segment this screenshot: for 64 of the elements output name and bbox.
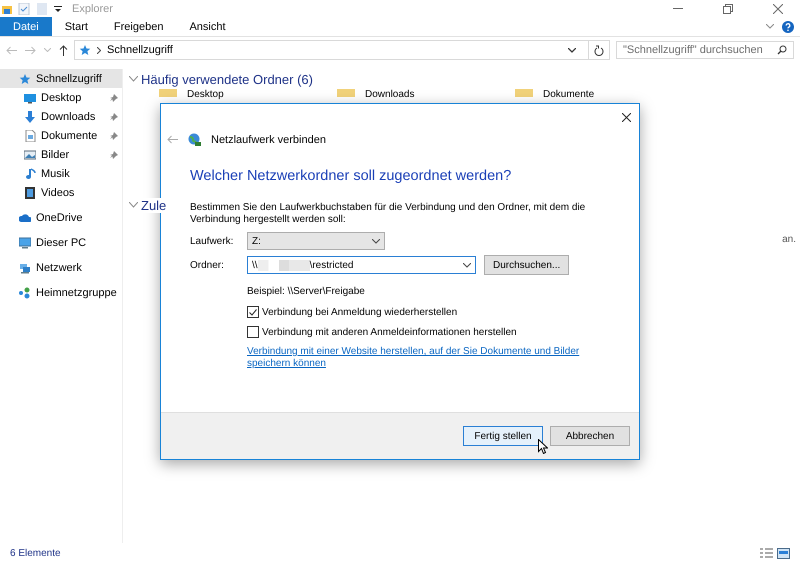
ribbon-tab[interactable]: Start — [52, 17, 101, 36]
sidebar-item[interactable]: Dokumente — [0, 126, 122, 145]
star-icon — [79, 44, 91, 56]
sidebar-item[interactable]: Videos — [0, 183, 122, 202]
description: Bestimmen Sie den Laufwerkbuchstaben für die Verbindung und den Ordner, mit dem die Verbindung hergestellt werden soll: — [190, 202, 586, 226]
sidebar-item[interactable]: Desktop — [0, 88, 122, 107]
checkbox[interactable] — [247, 306, 259, 318]
folder-field[interactable]: \\ \restricted — [247, 256, 476, 274]
drive-dropdown[interactable]: Z: — [247, 232, 385, 250]
chevron-down-icon[interactable] — [568, 48, 576, 52]
ribbon-tab[interactable]: Datei — [0, 17, 52, 36]
sidebar-item[interactable]: Dieser PC — [0, 233, 122, 252]
sidebar-item[interactable]: Netzwerk — [0, 258, 122, 277]
website-link[interactable]: Verbindung mit einer Website herstellen, auf der Sie Dokumente und Bilder speichern können — [247, 346, 607, 370]
field-label: Laufwerk: — [190, 236, 234, 246]
sidebar-item[interactable]: Heimnetzgruppe — [0, 283, 122, 302]
help-icon[interactable] — [782, 20, 794, 32]
sidebar-item[interactable]: Downloads — [0, 107, 122, 126]
restore-icon[interactable] — [723, 4, 733, 14]
dialog-title: Netzlaufwerk verbinden — [211, 134, 326, 146]
details-view-icon[interactable] — [760, 548, 773, 558]
ribbon-tab[interactable]: Ansicht — [176, 17, 239, 36]
checkbox-label[interactable]: Verbindung bei Anmeldung wiederherstellen — [262, 306, 458, 318]
cursor-icon — [538, 439, 548, 454]
sidebar-item[interactable]: Musik — [0, 164, 122, 183]
checkbox[interactable] — [247, 326, 259, 338]
redaction-mark — [258, 260, 310, 270]
dropdown-icon[interactable] — [54, 4, 62, 12]
refresh-button[interactable] — [588, 40, 610, 60]
section-title: Zule — [141, 198, 166, 212]
folder-name[interactable]: Dokumente — [543, 89, 594, 100]
ribbon-tab[interactable]: Freigeben — [100, 17, 176, 36]
sidebar-item[interactable]: Bilder — [0, 145, 122, 164]
close-icon[interactable] — [773, 4, 783, 14]
item-count: 6 Elemente — [10, 548, 61, 558]
chevron-down-icon — [463, 262, 471, 268]
globe-icon — [188, 133, 201, 146]
refresh-icon — [594, 44, 604, 56]
folder-name[interactable]: Desktop — [187, 89, 224, 100]
empty-message: an. — [782, 234, 796, 245]
chevron-right-icon[interactable] — [97, 46, 101, 54]
field-label: Ordner: — [190, 260, 225, 270]
folder-path: \\ — [252, 260, 258, 270]
properties-icon[interactable] — [18, 2, 30, 14]
tiles-view-icon[interactable] — [777, 548, 790, 558]
sidebar-item[interactable]: OneDrive — [0, 208, 122, 227]
checkbox-label[interactable]: Verbindung mit anderen Anmeldeinformationen herstellen — [262, 326, 517, 338]
browse-button[interactable]: Durchsuchen... — [484, 255, 570, 275]
chevron-down-icon — [372, 238, 380, 244]
search-icon — [777, 45, 787, 55]
example-text: Beispiel: \\Server\Freigabe — [247, 286, 366, 297]
sidebar-item[interactable]: Schnellzugriff — [0, 69, 122, 88]
cancel-button[interactable]: Abbrechen — [550, 426, 630, 446]
address-bar[interactable]: Schnellzugriff — [74, 40, 589, 60]
close-icon — [622, 113, 631, 122]
finish-button[interactable]: Fertig stellen — [463, 426, 543, 446]
up-icon[interactable] — [59, 44, 68, 56]
folder-path: \restricted — [310, 260, 354, 270]
folder-name[interactable]: Downloads — [365, 89, 414, 100]
dialog-heading: Welcher Netzwerkordner soll zugeordnet werden? — [190, 168, 512, 184]
address-path: Schnellzugriff — [107, 44, 173, 56]
section-title: Häufig verwendete Ordner (6) — [141, 72, 313, 86]
search-field[interactable]: "Schnellzugriff" durchsuchen — [616, 41, 794, 59]
window-title: Explorer — [72, 2, 113, 14]
